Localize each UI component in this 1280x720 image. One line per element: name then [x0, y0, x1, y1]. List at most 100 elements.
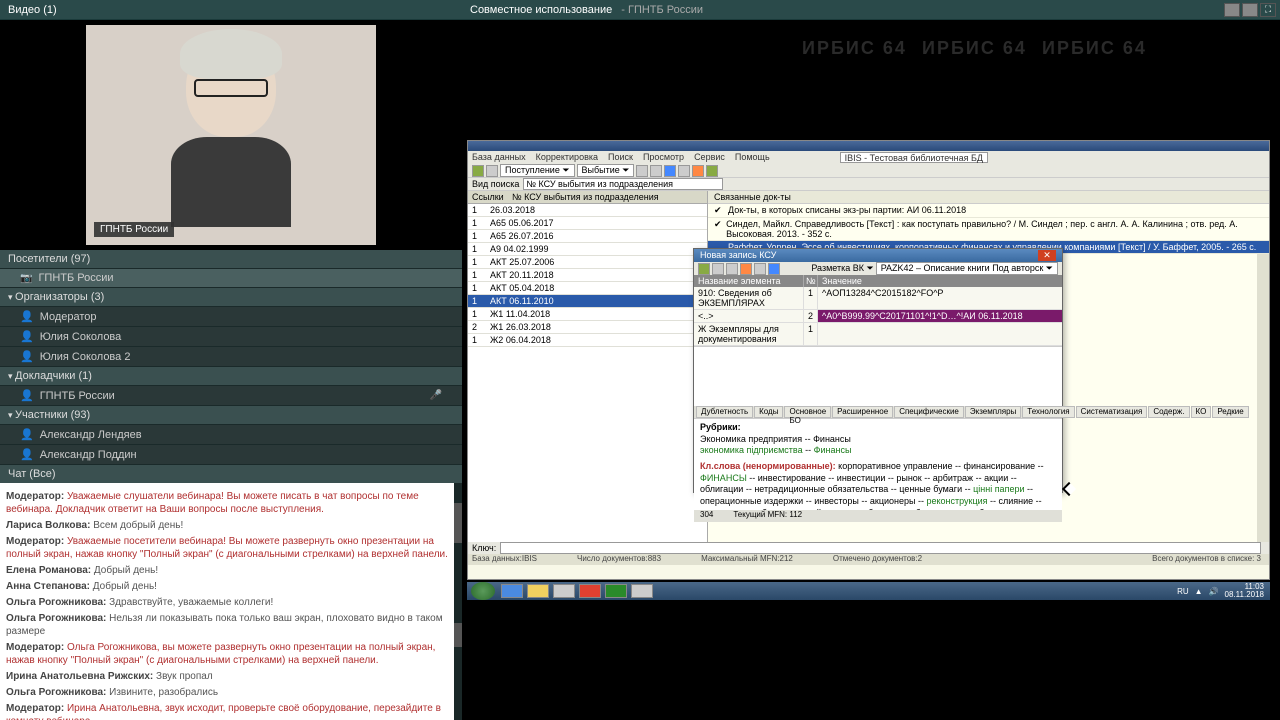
taskbar-app-icon[interactable] [631, 584, 653, 598]
layout-btn-2[interactable] [1242, 3, 1258, 17]
v-scrollbar[interactable] [1257, 254, 1269, 563]
visitor-row-active[interactable]: 📷 ГПНТБ России [0, 269, 462, 288]
app-menubar[interactable]: База данных Корректировка Поиск Просмотр… [468, 151, 1269, 164]
tray-lang[interactable]: RU [1177, 587, 1189, 596]
speakers-header[interactable]: Докладчики (1) [0, 367, 462, 386]
menu-service[interactable]: Сервис [694, 152, 725, 163]
db-selector[interactable]: IBIS - Тестовая библиотечная БД [840, 152, 988, 163]
menu-database[interactable]: База данных [472, 152, 526, 163]
row-checkbox[interactable]: ✔ [714, 205, 728, 216]
toolbar-icon[interactable] [706, 165, 718, 177]
participants-header[interactable]: Участники (93) [0, 406, 462, 425]
taskbar-chrome-icon[interactable] [579, 584, 601, 598]
menu-correct[interactable]: Корректировка [536, 152, 598, 163]
system-tray[interactable]: RU ▲ 🔊 11:03 08.11.2018 [1171, 583, 1270, 599]
grid-row[interactable]: 1А65 26.07.2016 [468, 230, 707, 243]
dialog-titlebar[interactable]: Новая запись КСУ ✕ [694, 249, 1062, 262]
field-value[interactable]: ^AОП13284^C2015182^FО^P [818, 287, 1062, 309]
grid-row[interactable]: 1А9 04.02.1999 [468, 243, 707, 256]
app-titlebar[interactable] [468, 141, 1269, 151]
chat-header[interactable]: Чат (Все) [0, 465, 462, 483]
dialog-tab[interactable]: Основное БО [784, 406, 831, 418]
grid-row[interactable]: 1Ж1 11.04.2018 [468, 308, 707, 321]
grid-row[interactable]: 126.03.2018 [468, 204, 707, 217]
organizer-name: Модератор [40, 311, 97, 323]
chat-message: Ирина Анатольевна Рижских: Звук пропал [6, 670, 456, 683]
participant-row[interactable]: 👤Александр Лендяев [0, 425, 462, 445]
grid-row[interactable]: 2Ж1 26.03.2018 [468, 321, 707, 334]
participant-row[interactable]: 👤Александр Поддин [0, 445, 462, 465]
chat-scrollbar[interactable] [454, 483, 462, 720]
dialog-grid-row[interactable]: Ж Экземпляры для документирования1 [694, 323, 1062, 346]
dlg-tb-icon[interactable] [754, 263, 766, 275]
chat-scroll-thumb[interactable] [454, 503, 462, 543]
dialog-tab[interactable]: Содерж. [1148, 406, 1189, 418]
layout-btn-1[interactable] [1224, 3, 1240, 17]
linked-doc-row[interactable]: ✔Док-ты, в которых списаны экз-ры партии… [708, 204, 1269, 218]
chat-scroll-thumb-2[interactable] [454, 623, 462, 647]
toolbar-icon[interactable] [692, 165, 704, 177]
dialog-grid-row[interactable]: 910: Сведения об ЭКЗЕМПЛЯРАХ1^AОП13284^C… [694, 287, 1062, 310]
grid-row[interactable]: 1АКТ 25.07.2006 [468, 256, 707, 269]
toolbar-icon[interactable] [664, 165, 676, 177]
organizer-row[interactable]: 👤Юлия Соколова 2 [0, 347, 462, 367]
taskbar-ie-icon[interactable] [501, 584, 523, 598]
grid-row[interactable]: 1АКТ 05.04.2018 [468, 282, 707, 295]
dialog-tab[interactable]: Экземпляры [965, 406, 1021, 418]
toolbar-icon[interactable] [678, 165, 690, 177]
fullscreen-btn[interactable]: ⛶ [1260, 3, 1276, 17]
chat-message: Модератор: Уважаемые слушатели вебинара!… [6, 490, 456, 516]
mic-icon[interactable]: 🎤 [430, 390, 442, 401]
dialog-tab[interactable]: КО [1191, 406, 1212, 418]
toolbar-icon[interactable] [636, 165, 648, 177]
organizer-row[interactable]: 👤Модератор [0, 307, 462, 327]
organizers-header[interactable]: Организаторы (3) [0, 288, 462, 307]
toolbar-icon[interactable] [472, 165, 484, 177]
dlg-col-name: Название элемента [694, 275, 804, 287]
chat-area[interactable]: Модератор: Уважаемые слушатели вебинара!… [0, 483, 462, 720]
menu-view[interactable]: Просмотр [643, 152, 684, 163]
taskbar-excel-icon[interactable] [605, 584, 627, 598]
toolbar-select[interactable]: Поступление ⏷ [500, 164, 575, 177]
toolbar-icon[interactable] [650, 165, 662, 177]
linked-doc-row[interactable]: ✔Синдел, Майкл. Справедливость [Текст] :… [708, 218, 1269, 241]
dialog-tab[interactable]: Специфические [894, 406, 964, 418]
tray-flag-icon[interactable]: ▲ [1195, 587, 1203, 596]
speaker-row[interactable]: 👤ГПНТБ России🎤 [0, 386, 462, 406]
toolbar-icon[interactable] [486, 165, 498, 177]
visitors-header[interactable]: Посетители (97) [0, 250, 462, 269]
dialog-tab[interactable]: Дублетность [696, 406, 753, 418]
grid-row[interactable]: 1А65 05.06.2017 [468, 217, 707, 230]
field-value[interactable] [818, 323, 1062, 345]
dialog-close-btn[interactable]: ✕ [1038, 250, 1056, 261]
dlg-tb-icon[interactable] [698, 263, 710, 275]
presenter-video[interactable]: ГПНТБ России [86, 25, 376, 245]
toolbar-select[interactable]: Выбытие ⏷ [577, 164, 635, 177]
grid-row[interactable]: 1АКТ 06.11.2010 [468, 295, 707, 308]
organizer-row[interactable]: 👤Юлия Соколова [0, 327, 462, 347]
key-input[interactable] [500, 542, 1261, 554]
dlg-tb-icon[interactable] [768, 263, 780, 275]
tray-network-icon[interactable]: 🔊 [1209, 587, 1219, 596]
dlg-layout-select[interactable]: Разметка ВК ⏷ [811, 263, 873, 274]
menu-search[interactable]: Поиск [608, 152, 633, 163]
dlg-tb-icon[interactable] [712, 263, 724, 275]
taskbar-app-icon[interactable] [553, 584, 575, 598]
dialog-tab[interactable]: Коды [754, 406, 783, 418]
grid-row[interactable]: 1Ж2 06.04.2018 [468, 334, 707, 347]
dialog-tab[interactable]: Систематизация [1076, 406, 1148, 418]
dlg-tb-icon[interactable] [740, 263, 752, 275]
dlg-tb-icon[interactable] [726, 263, 738, 275]
grid-row[interactable]: 1АКТ 20.11.2018 [468, 269, 707, 282]
menu-help[interactable]: Помощь [735, 152, 770, 163]
dialog-tab[interactable]: Технология [1022, 406, 1074, 418]
dlg-worksheet-select[interactable]: PAZK42 – Описание книги Под авторск ⏷ [876, 262, 1058, 275]
dialog-grid-row[interactable]: <..>2^А0^B999.99^C20171101^!1^D…^!АИ 06.… [694, 310, 1062, 323]
field-value[interactable]: ^А0^B999.99^C20171101^!1^D…^!АИ 06.11.20… [818, 310, 1062, 322]
row-checkbox[interactable]: ✔ [714, 219, 726, 239]
dialog-tab[interactable]: Редкие [1212, 406, 1248, 418]
filter-dropdown[interactable] [523, 178, 723, 190]
taskbar-explorer-icon[interactable] [527, 584, 549, 598]
start-button[interactable] [471, 582, 495, 600]
dialog-tab[interactable]: Расширенное [832, 406, 893, 418]
